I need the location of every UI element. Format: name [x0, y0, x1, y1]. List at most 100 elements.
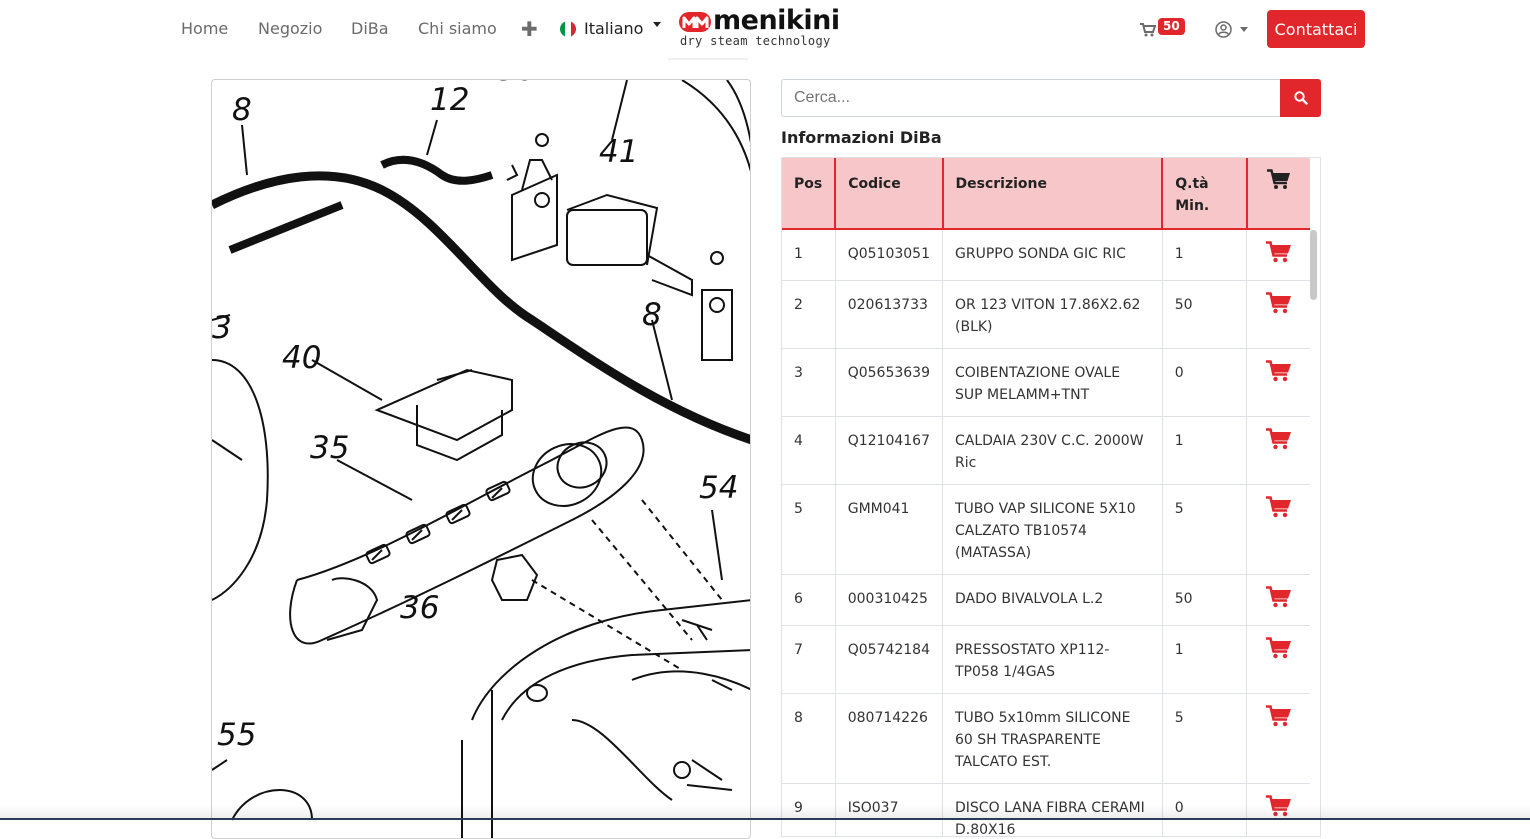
- row-code: 080714226: [835, 693, 944, 784]
- exploded-parts-drawing: 8 12 50 41 8 40 35 54 36 55 3: [211, 79, 751, 839]
- plus-icon[interactable]: ✚: [521, 17, 538, 41]
- row-description: OR 123 VITON 17.86X2.62 (BLK): [942, 280, 1163, 349]
- row-min-qty: 0: [1162, 348, 1248, 417]
- row-min-qty: 50: [1162, 574, 1248, 626]
- add-to-cart-icon[interactable]: [1265, 586, 1292, 615]
- table-row: 8 080714226 TUBO 5x10mm SILICONE 60 SH TRA…: [782, 693, 1310, 784]
- row-add-to-cart-cell: [1246, 625, 1310, 694]
- row-min-qty: 5: [1162, 693, 1248, 784]
- svg-text:35: 35: [310, 430, 349, 466]
- svg-text:50: 50: [497, 80, 536, 88]
- cart-icon[interactable]: [1140, 22, 1157, 41]
- add-to-cart-icon[interactable]: [1265, 428, 1292, 457]
- add-to-cart-icon[interactable]: [1265, 496, 1292, 525]
- chevron-down-icon: [653, 22, 662, 27]
- add-to-cart-icon[interactable]: [1265, 241, 1292, 270]
- table-row: 7 Q05742184 PRESSOSTATO XP112-TP058 1/4GAS…: [782, 625, 1310, 694]
- user-menu[interactable]: [1215, 21, 1248, 38]
- row-add-to-cart-cell: [1246, 484, 1310, 575]
- row-description: TUBO 5x10mm SILICONE 60 SH TRASPARENTE T…: [942, 693, 1163, 784]
- logo-wordmark: menikini: [713, 5, 840, 36]
- add-to-cart-icon[interactable]: [1265, 705, 1292, 734]
- table-row: 3 Q05653639 COIBENTAZIONE OVALE SUP MELAMM…: [782, 348, 1310, 417]
- nav-home[interactable]: Home: [181, 19, 228, 38]
- row-pos: 6: [782, 574, 836, 626]
- row-pos: 4: [782, 416, 836, 485]
- nav-diba[interactable]: DiBa: [351, 19, 389, 38]
- navbar: Home Negozio DiBa Chi siamo ✚ Italiano m…: [0, 0, 1530, 62]
- logo-divider: [668, 58, 748, 60]
- row-add-to-cart-cell: [1246, 693, 1310, 784]
- row-code: Q05103051: [835, 228, 944, 281]
- table-row: 1 Q05103051 GRUPPO SONDA GIC RIC 1: [782, 228, 1310, 281]
- row-description: COIBENTAZIONE OVALE SUP MELAMM+TNT: [942, 348, 1163, 417]
- svg-text:40: 40: [282, 340, 321, 376]
- column-header-min-qty: Q.tà Min.: [1162, 158, 1248, 229]
- table-row: 6 000310425 DADO BIVALVOLA L.2 50: [782, 574, 1310, 626]
- search-button[interactable]: [1280, 79, 1321, 117]
- language-label: Italiano: [584, 19, 644, 38]
- search-input[interactable]: [781, 79, 1281, 117]
- diba-section-title: Informazioni DiBa: [781, 128, 942, 147]
- row-code: 020613733: [835, 280, 944, 349]
- row-add-to-cart-cell: [1246, 280, 1310, 349]
- table-scrollbar[interactable]: [1310, 230, 1317, 300]
- row-code: Q05653639: [835, 348, 944, 417]
- row-description: GRUPPO SONDA GIC RIC: [942, 228, 1163, 281]
- row-description: CALDAIA 230V C.C. 2000W Ric: [942, 416, 1163, 485]
- column-header-description: Descrizione: [942, 158, 1164, 229]
- contact-button[interactable]: Contattaci: [1267, 10, 1365, 48]
- svg-text:12: 12: [430, 82, 469, 118]
- svg-text:41: 41: [599, 134, 638, 170]
- table-row: 5 GMM041 TUBO VAP SILICONE 5X10 CALZATO TB…: [782, 484, 1310, 575]
- table-row: 4 Q12104167 CALDAIA 230V C.C. 2000W Ric 1: [782, 416, 1310, 485]
- cart-count-badge: 50: [1158, 18, 1185, 35]
- row-description: TUBO VAP SILICONE 5X10 CALZATO TB10574 (…: [942, 484, 1163, 575]
- row-min-qty: 1: [1162, 416, 1248, 485]
- row-description: PRESSOSTATO XP112-TP058 1/4GAS: [942, 625, 1163, 694]
- logo-mark-icon: [679, 12, 711, 32]
- row-pos: 8: [782, 693, 836, 784]
- row-min-qty: 1: [1162, 228, 1248, 281]
- italy-flag-icon: [560, 20, 576, 37]
- row-code: Q12104167: [835, 416, 944, 485]
- add-to-cart-icon[interactable]: [1265, 292, 1292, 321]
- row-code: Q05742184: [835, 625, 944, 694]
- search-icon: [1293, 91, 1308, 105]
- bom-table-container[interactable]: Pos Codice Descrizione Q.tà Min. 1 Q05103…: [781, 157, 1321, 837]
- row-code: GMM041: [835, 484, 944, 575]
- svg-text:3: 3: [212, 310, 232, 346]
- row-code: 000310425: [835, 574, 944, 626]
- column-header-cart: [1246, 158, 1310, 229]
- chevron-down-icon: [1240, 27, 1248, 32]
- svg-text:36: 36: [400, 590, 439, 626]
- row-pos: 5: [782, 484, 836, 575]
- column-header-pos: Pos: [782, 158, 837, 229]
- row-pos: 1: [782, 228, 836, 281]
- language-selector[interactable]: Italiano: [560, 19, 662, 38]
- row-add-to-cart-cell: [1246, 574, 1310, 626]
- row-add-to-cart-cell: [1246, 348, 1310, 417]
- add-to-cart-icon[interactable]: [1265, 637, 1292, 666]
- row-pos: 7: [782, 625, 836, 694]
- svg-text:8: 8: [232, 92, 252, 128]
- svg-text:54: 54: [699, 470, 738, 506]
- nav-negozio[interactable]: Negozio: [258, 19, 322, 38]
- row-add-to-cart-cell: [1246, 228, 1310, 281]
- row-description: DADO BIVALVOLA L.2: [942, 574, 1163, 626]
- row-pos: 2: [782, 280, 836, 349]
- nav-chi-siamo[interactable]: Chi siamo: [418, 19, 497, 38]
- bom-table: Pos Codice Descrizione Q.tà Min. 1 Q05103…: [782, 158, 1310, 836]
- cart-icon: [1266, 169, 1290, 189]
- user-icon: [1215, 21, 1232, 38]
- logo-tagline: dry steam technology: [680, 34, 831, 48]
- row-min-qty: 1: [1162, 625, 1248, 694]
- svg-text:55: 55: [217, 717, 256, 753]
- row-pos: 3: [782, 348, 836, 417]
- row-min-qty: 50: [1162, 280, 1248, 349]
- add-to-cart-icon[interactable]: [1265, 360, 1292, 389]
- parts-diagram: 8 12 50 41 8 40 35 54 36 55 3: [212, 80, 750, 838]
- svg-text:8: 8: [642, 297, 662, 333]
- brand-logo[interactable]: menikini dry steam technology: [678, 5, 850, 52]
- row-add-to-cart-cell: [1246, 416, 1310, 485]
